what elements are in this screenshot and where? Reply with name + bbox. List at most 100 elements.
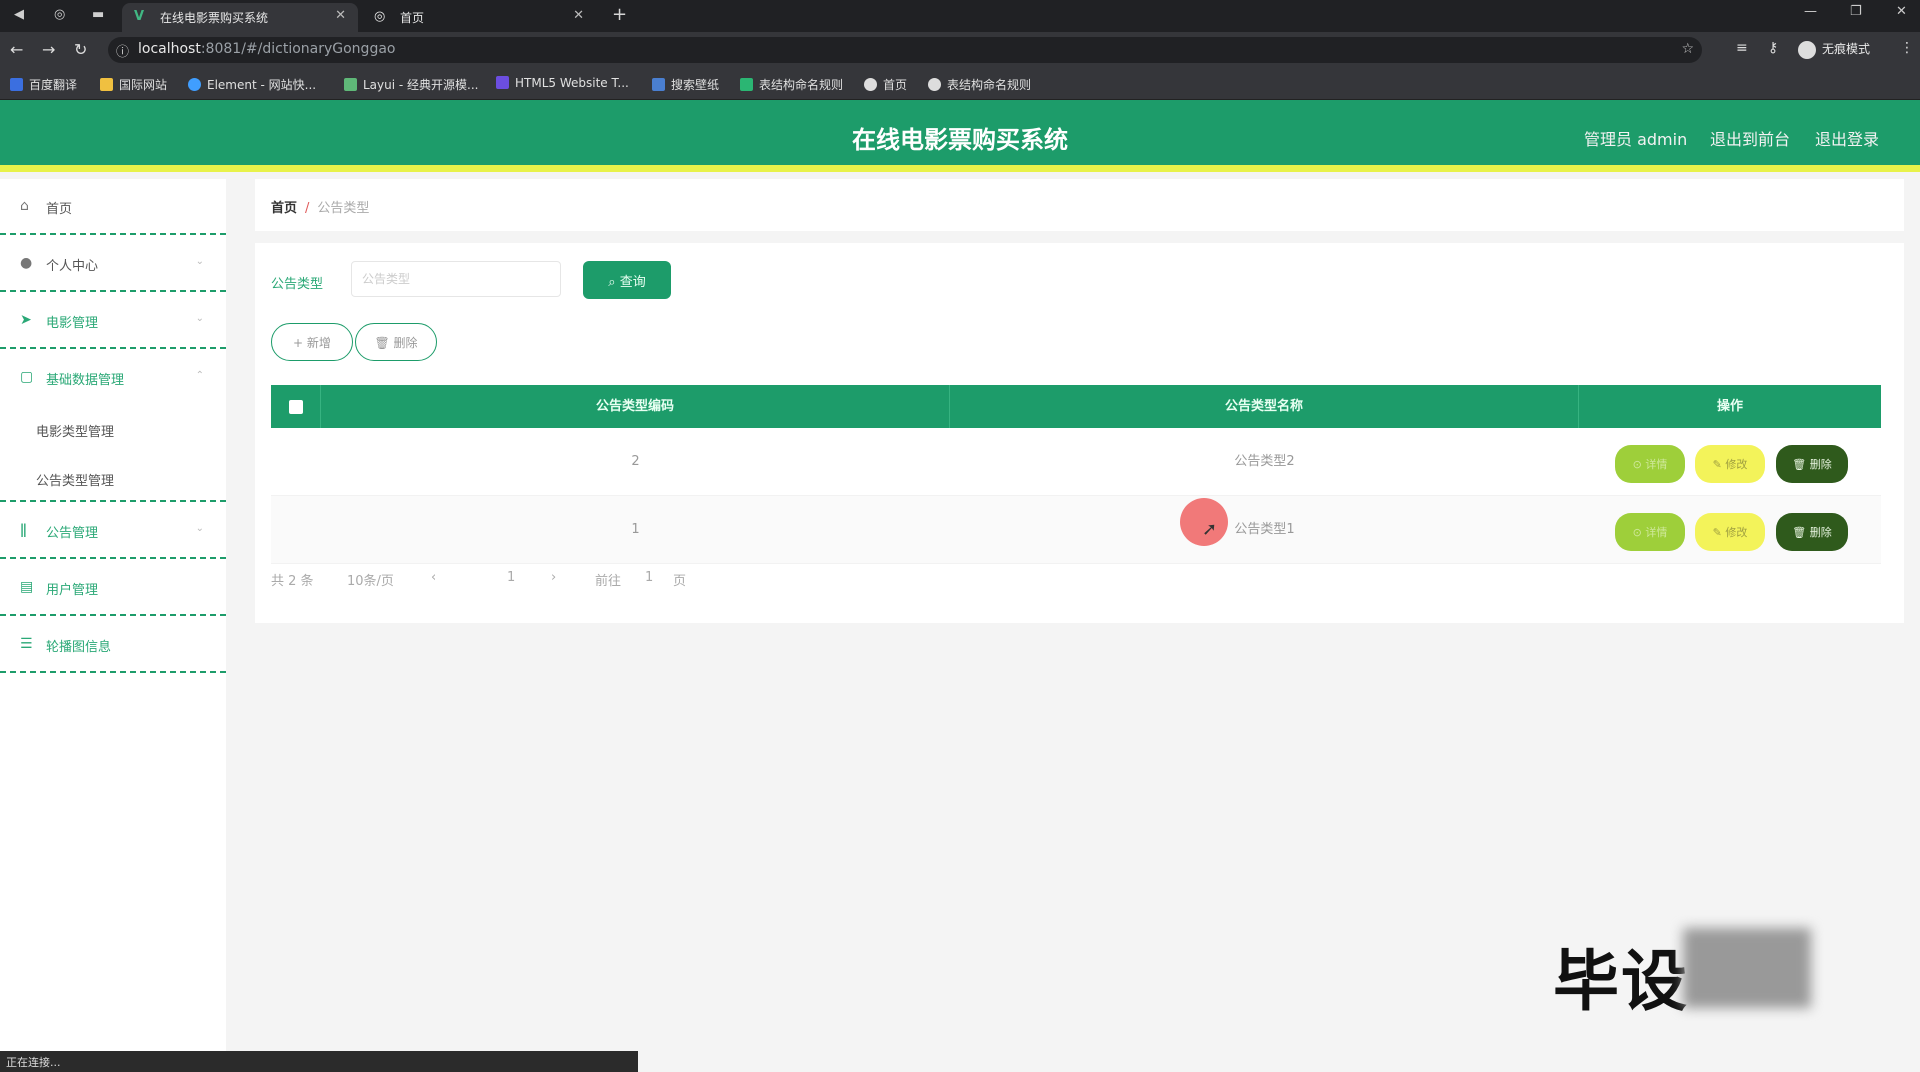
edit-icon: ✎ [1712,458,1726,471]
detail-icon: ⊙ [1632,526,1646,539]
breadcrumb-current: 公告类型 [317,201,370,216]
bookmarks-bar: 百度翻译 国际网站 Element - 网站快... Layui - 经典开源模… [0,68,1920,100]
goto-page-input[interactable]: 1 [645,570,653,585]
delete-row-button[interactable]: 🗑 删除 [1776,445,1848,483]
trash-icon: 🗑 [1792,458,1810,471]
doc-icon [740,78,753,91]
row-checkbox[interactable] [271,496,321,564]
next-page-icon[interactable]: › [551,570,556,585]
query-label: 查询 [619,274,646,290]
close-tab-icon[interactable]: ✕ [335,8,346,23]
bookmark-item[interactable]: HTML5 Website T... [496,76,629,90]
prev-page-icon[interactable]: ‹ [431,570,436,585]
info-icon[interactable]: ⓘ [116,41,129,60]
logout-link[interactable]: 退出登录 [1815,126,1879,150]
cell-code: 2 [631,454,640,469]
plus-icon: + [293,335,307,350]
breadcrumb-home[interactable]: 首页 [271,201,297,216]
bookmark-label: 表结构命名规则 [759,78,844,92]
current-page[interactable]: 1 [507,570,515,585]
column-header: 操作 [1716,399,1743,414]
chevron-up-icon: ⌃ [195,370,204,381]
content-panel: 公告类型 ⌕ 查询 + 新增 🗑 删除 公告类型编码 公告类型名称 操作 2 公… [255,243,1904,623]
forward-icon[interactable]: → [42,40,55,59]
sidebar-item-movies[interactable]: ➤ 电影管理 ⌄ [0,293,226,349]
globe-icon [864,78,877,91]
bookmark-item[interactable]: 国际网站 [100,76,167,93]
bookmark-item[interactable]: 表结构命名规则 [928,76,1031,93]
wallpaper-icon [652,78,665,91]
bookmark-item[interactable]: Element - 网站快... [188,76,316,93]
delete-label: 删除 [1809,458,1832,471]
media-icon[interactable]: ≡ [1736,40,1748,56]
search-label: 公告类型 [271,277,324,292]
add-button[interactable]: + 新增 [271,323,353,361]
sidebar-item-users[interactable]: ▤ 用户管理 [0,560,226,616]
cell-name: 公告类型1 [1234,522,1295,537]
goto-label: 前往 [595,574,622,589]
globe-icon[interactable]: ◎ [54,7,65,22]
edit-button[interactable]: ✎ 修改 [1695,445,1765,483]
bookmark-item[interactable]: 百度翻译 [10,76,77,93]
select-all-checkbox[interactable] [271,385,321,428]
sidebar-item-notices[interactable]: ǁ 公告管理 ⌄ [0,503,226,559]
bulb-icon: ǁ [20,522,27,538]
delete-row-button[interactable]: 🗑 删除 [1776,513,1848,551]
row-checkbox[interactable] [271,428,321,496]
browser-tab-bar: ◀ ◎ ▬ V 在线电影票购买系统 ✕ ◎ 首页 ✕ + — ❐ ✕ [0,0,1920,32]
chevron-down-icon: ⌄ [195,256,204,267]
sidebar-item-home[interactable]: ⌂ 首页 [0,179,226,235]
sidebar-item-profile[interactable]: ● 个人中心 ⌄ [0,236,226,292]
detail-button[interactable]: ⊙ 详情 [1615,445,1685,483]
browser-tab-active[interactable]: V 在线电影票购买系统 ✕ [122,3,358,32]
tab-strip-icon[interactable]: ▬ [92,7,104,22]
key-icon[interactable]: ⚷ [1768,40,1778,56]
bookmark-item[interactable]: 首页 [864,76,907,93]
delete-button[interactable]: 🗑 删除 [355,323,437,361]
sidebar-item-carousel[interactable]: ☰ 轮播图信息 [0,617,226,673]
minimize-icon[interactable]: — [1804,4,1817,19]
exit-to-front-link[interactable]: 退出到前台 [1710,126,1790,150]
search-input[interactable] [351,261,561,297]
admin-label: 管理员 admin [1584,130,1688,149]
new-tab-icon[interactable]: + [612,4,627,25]
breadcrumb-separator: / [305,201,310,216]
close-tab-icon[interactable]: ✕ [573,8,584,23]
sidebar-subitem-notice-type[interactable]: 公告类型管理 [36,470,114,489]
tab-title: 在线电影票购买系统 [160,11,269,25]
bookmark-label: 百度翻译 [29,78,78,92]
breadcrumb: 首页 / 公告类型 [255,179,1904,231]
bookmark-item[interactable]: Layui - 经典开源模... [344,76,478,93]
element-icon [188,78,201,91]
back-icon[interactable]: ← [10,40,23,59]
menu-dots-icon[interactable]: ⋮ [1900,40,1914,56]
sidebar-item-label: 轮播图信息 [46,640,112,655]
speaker-icon[interactable]: ◀ [14,7,24,22]
browser-tab-inactive[interactable]: ◎ 首页 ✕ [362,3,596,32]
query-button[interactable]: ⌕ 查询 [583,261,671,299]
column-header: 公告类型编码 [321,385,950,428]
sidebar-subitem-movie-type[interactable]: 电影类型管理 [36,421,114,440]
page-size-select[interactable]: 10条/页 [347,570,394,589]
sidebar-item-basic-data[interactable]: ▢ 基础数据管理 ⌃ 电影类型管理 公告类型管理 [0,350,226,502]
detail-button[interactable]: ⊙ 详情 [1615,513,1685,551]
detail-label: 详情 [1645,526,1668,539]
bookmark-star-icon[interactable]: ☆ [1681,41,1694,57]
bookmark-label: HTML5 Website T... [515,76,629,90]
url-field[interactable]: ⓘ localhost:8081/#/dictionaryGonggao ☆ [108,37,1702,63]
layui-icon [344,78,357,91]
bookmark-item[interactable]: 表结构命名规则 [740,76,843,93]
user-icon: ● [20,255,33,271]
translate-icon [10,78,23,91]
checkbox-icon [288,399,303,414]
sidebar-item-label: 个人中心 [46,259,99,274]
restore-icon[interactable]: ❐ [1850,4,1862,19]
bookmark-label: Element - 网站快... [207,78,317,92]
reload-icon[interactable]: ↻ [74,40,87,59]
incognito-profile[interactable]: 无痕模式 [1798,40,1870,59]
bookmark-item[interactable]: 搜索壁纸 [652,76,719,93]
address-bar-row: ← → ↻ ⓘ localhost:8081/#/dictionaryGongg… [0,32,1920,68]
search-icon: ⌕ [608,274,620,290]
close-window-icon[interactable]: ✕ [1896,4,1907,19]
edit-button[interactable]: ✎ 修改 [1695,513,1765,551]
